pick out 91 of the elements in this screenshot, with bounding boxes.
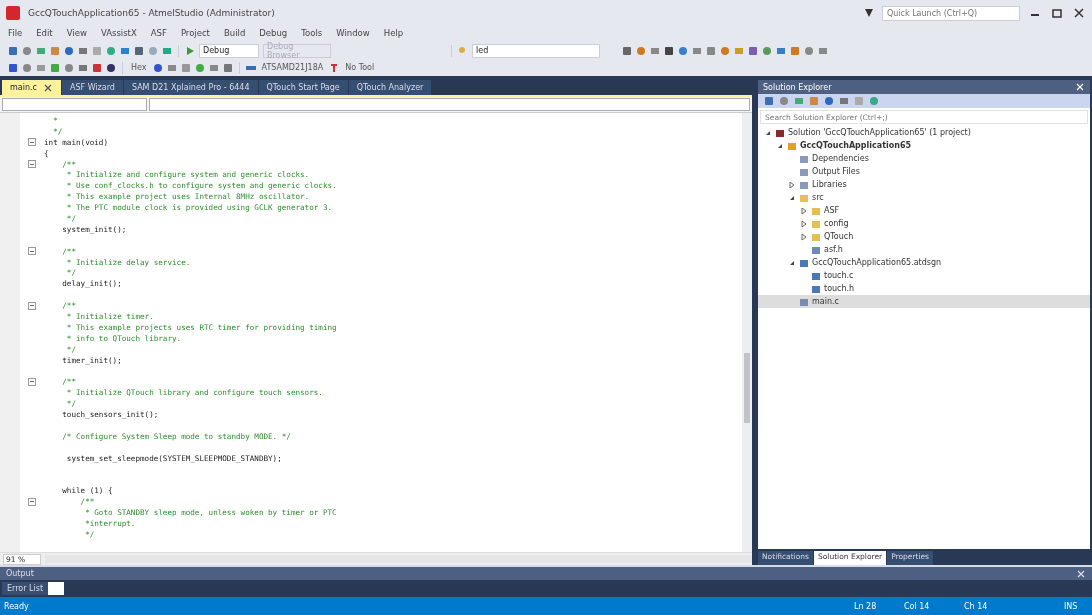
menu-item[interactable]: Edit bbox=[36, 28, 53, 40]
tree-item[interactable]: Solution 'GccQTouchApplication65' (1 project) bbox=[758, 126, 1090, 139]
tree-item[interactable]: touch.h bbox=[758, 282, 1090, 295]
device-button[interactable]: ATSAMD21J18A bbox=[259, 63, 326, 72]
function-dropdown[interactable] bbox=[149, 98, 750, 111]
tree-item[interactable]: ASF bbox=[758, 204, 1090, 217]
close-icon[interactable] bbox=[1076, 568, 1086, 579]
toolbar-icon[interactable] bbox=[664, 45, 674, 56]
menu-item[interactable]: Tools bbox=[301, 28, 323, 40]
tool-icon[interactable] bbox=[329, 62, 340, 73]
folder-icon bbox=[799, 192, 809, 203]
folder-icon bbox=[799, 166, 809, 177]
toolbar-icon[interactable] bbox=[622, 45, 632, 56]
menu-item[interactable]: File bbox=[8, 28, 23, 40]
line-indicator: Ln 28 bbox=[854, 601, 878, 611]
document-tab[interactable]: main.c bbox=[2, 80, 61, 95]
toolbar-icon[interactable] bbox=[8, 45, 18, 56]
toolbar-icon[interactable] bbox=[92, 62, 102, 73]
file-icon bbox=[811, 283, 821, 294]
panel-title: Solution Explorer bbox=[763, 82, 832, 92]
design-file-icon bbox=[799, 257, 809, 268]
tree-item[interactable]: config bbox=[758, 217, 1090, 230]
tree-item[interactable]: Dependencies bbox=[758, 152, 1090, 165]
expander-icon[interactable] bbox=[800, 232, 808, 241]
solution-icon bbox=[775, 127, 785, 138]
toolbar-icon[interactable] bbox=[748, 45, 758, 56]
char-indicator: Ch 14 bbox=[964, 601, 989, 611]
fold-icon[interactable] bbox=[28, 497, 36, 506]
menu-item[interactable]: Build bbox=[223, 28, 246, 40]
document-tab[interactable]: QTouch Analyzer bbox=[348, 80, 432, 95]
expander-icon[interactable] bbox=[788, 180, 796, 189]
document-tab[interactable]: SAM D21 Xplained Pro - 6444 bbox=[123, 80, 258, 95]
column-indicator: Col 14 bbox=[904, 601, 931, 611]
toolbar-icon[interactable] bbox=[106, 62, 116, 73]
panel-tab[interactable]: Error List bbox=[2, 582, 65, 595]
file-icon bbox=[811, 270, 821, 281]
toolbar-icon[interactable] bbox=[134, 45, 144, 56]
play-icon[interactable] bbox=[185, 45, 195, 56]
fold-icon[interactable] bbox=[28, 377, 36, 386]
fold-icon[interactable] bbox=[28, 301, 36, 310]
menu-item[interactable]: Debug bbox=[259, 28, 288, 40]
tree-item[interactable]: touch.c bbox=[758, 269, 1090, 282]
file-icon bbox=[811, 244, 821, 255]
folder-icon bbox=[811, 205, 821, 216]
folder-icon bbox=[799, 179, 809, 190]
folder-icon bbox=[811, 218, 821, 229]
menu-item[interactable]: ASF bbox=[150, 28, 167, 40]
menu-item[interactable]: VAssistX bbox=[100, 28, 137, 40]
tree-item[interactable]: GccQTouchApplication65 bbox=[758, 139, 1090, 152]
quick-launch-field[interactable]: Quick Launch (Ctrl+Q) bbox=[882, 5, 1020, 21]
menu-item[interactable]: Window bbox=[336, 28, 370, 40]
tree-item[interactable]: GccQTouchApplication65.atdsgn bbox=[758, 256, 1090, 269]
expander-icon[interactable] bbox=[800, 206, 808, 215]
insert-mode-indicator: INS bbox=[1064, 601, 1079, 611]
tree-item[interactable]: asf.h bbox=[758, 243, 1090, 256]
tree-item[interactable]: Libraries bbox=[758, 178, 1090, 191]
status-text: Ready bbox=[4, 601, 30, 611]
tree-item[interactable]: Output Files bbox=[758, 165, 1090, 178]
window-title: GccQTouchApplication65 - AtmelStudio (Administrator) bbox=[28, 8, 276, 18]
project-icon bbox=[787, 140, 797, 151]
menu-item[interactable]: View bbox=[66, 28, 87, 40]
close-button[interactable] bbox=[1072, 7, 1086, 19]
configuration-dropdown[interactable]: Debug bbox=[199, 43, 259, 58]
toolbar-icon[interactable] bbox=[64, 45, 74, 56]
menu-item[interactable]: Help bbox=[383, 28, 404, 40]
panel-title: Output bbox=[6, 569, 34, 578]
toolbar-icon[interactable] bbox=[8, 62, 18, 73]
tree-item[interactable]: QTouch bbox=[758, 230, 1090, 243]
document-tab[interactable]: QTouch Start Page bbox=[258, 80, 348, 95]
tool-button[interactable]: No Tool bbox=[343, 63, 377, 72]
folder-icon bbox=[811, 231, 821, 242]
expander-icon[interactable] bbox=[800, 219, 808, 228]
horizontal-scrollbar[interactable] bbox=[45, 555, 752, 563]
file-icon bbox=[799, 296, 809, 307]
tree-item[interactable]: main.c bbox=[758, 295, 1090, 308]
document-tab[interactable]: ASF Wizard bbox=[61, 80, 123, 95]
find-field[interactable]: led bbox=[472, 43, 600, 58]
scope-dropdown[interactable] bbox=[2, 98, 147, 111]
notification-flag-icon[interactable] bbox=[864, 8, 874, 18]
menu-item[interactable]: Project bbox=[180, 28, 210, 40]
folder-icon bbox=[799, 153, 809, 164]
app-logo bbox=[6, 6, 20, 20]
fold-icon[interactable] bbox=[28, 247, 36, 256]
restore-button[interactable] bbox=[1050, 7, 1064, 19]
fold-icon[interactable] bbox=[28, 160, 36, 168]
vertical-scrollbar[interactable] bbox=[742, 113, 752, 552]
tree-item[interactable]: src bbox=[758, 191, 1090, 204]
close-icon[interactable] bbox=[42, 82, 53, 93]
hex-button[interactable]: Hex bbox=[129, 63, 149, 72]
toolbar-icon[interactable] bbox=[152, 62, 163, 73]
fold-icon[interactable] bbox=[28, 138, 36, 147]
